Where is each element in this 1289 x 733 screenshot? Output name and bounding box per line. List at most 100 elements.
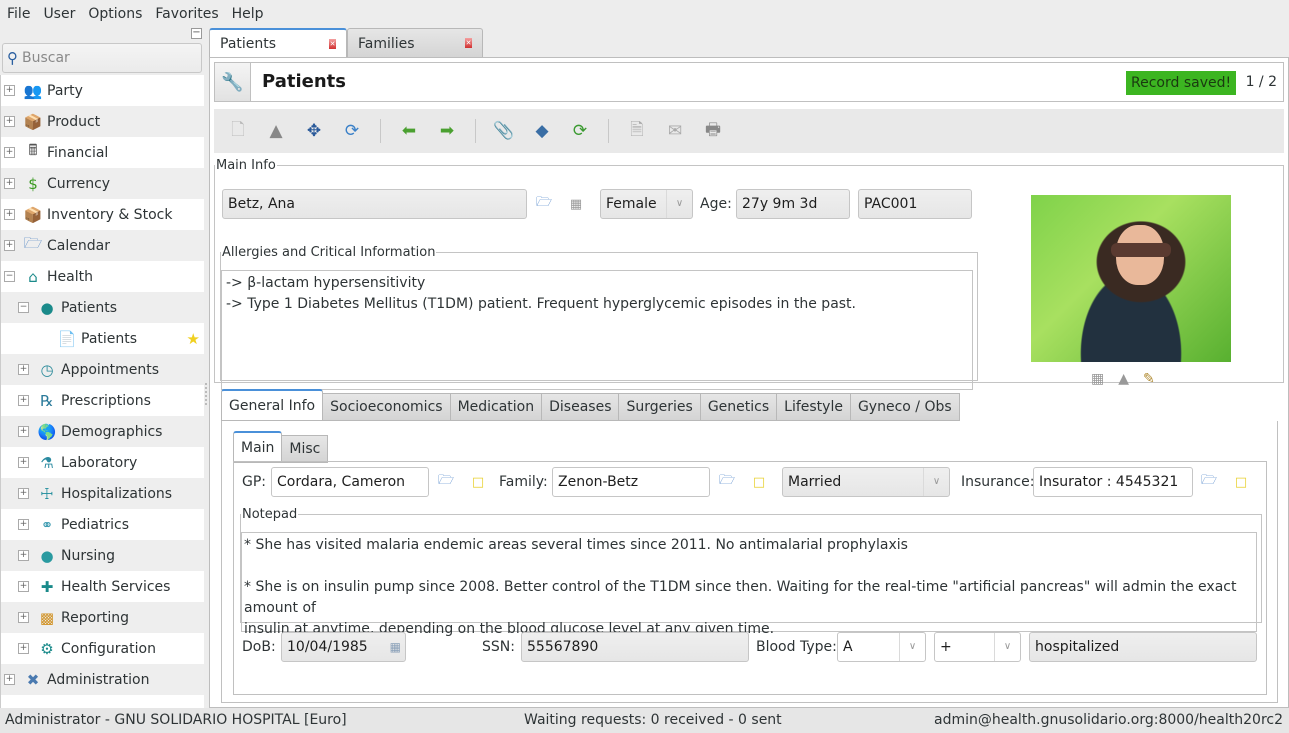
new-record-icon[interactable]: □ [1232,473,1250,491]
menu-favorites[interactable]: Favorites [155,6,218,22]
new-record-icon[interactable]: □ [750,473,768,491]
sidebar-item-calendar[interactable]: + 🗁 Calendar [1,230,204,261]
allergies-textarea[interactable]: -> β-lactam hypersensitivity -> Type 1 D… [221,270,973,390]
expand-icon[interactable]: + [18,519,29,530]
patient-id-field[interactable]: PAC001 [858,189,972,219]
rh-select[interactable]: + ∨ [934,632,1021,662]
search-input[interactable]: ⚲ Buscar [2,43,202,73]
blood-type-select[interactable]: A ∨ [837,632,926,662]
expand-icon[interactable]: + [4,209,15,220]
sidebar-item-pediatrics[interactable]: + ⚭ Pediatrics [1,509,204,540]
reload-icon[interactable]: ⟳ [338,117,366,145]
sidebar-item-demographics[interactable]: + 🌎 Demographics [1,416,204,447]
open-folder-icon[interactable]: 🗁 [437,473,455,491]
tab-general-info[interactable]: General Info [221,389,324,421]
tab-medication[interactable]: Medication [450,393,543,421]
expand-icon[interactable]: + [18,612,29,623]
menu-help[interactable]: Help [232,6,264,22]
sidebar-item-nursing[interactable]: + ● Nursing [1,540,204,571]
open-folder-icon[interactable]: 🗁 [535,195,553,213]
tab-families[interactable]: Families ✕ [347,28,483,58]
sidebar-item-patients[interactable]: 📄 Patients ★ [1,323,204,354]
patient-name-field[interactable]: Betz, Ana [222,189,527,219]
report-icon[interactable]: 🗎 [623,117,651,145]
expand-icon[interactable]: + [18,426,29,437]
print-icon[interactable]: 🖶 [699,117,727,145]
open-folder-icon[interactable]: 🗁 [718,473,736,491]
previous-icon[interactable]: ⬅ [395,117,423,145]
sidebar-item-health[interactable]: − ⌂ Health [1,261,204,292]
expand-icon[interactable]: + [4,178,15,189]
close-tab-icon[interactable]: ✕ [465,38,472,48]
save-icon[interactable]: ▲ [262,117,290,145]
collapse-icon[interactable]: − [4,271,15,282]
sidebar-item-party[interactable]: + 👥 Party [1,75,204,106]
expand-icon[interactable]: + [18,457,29,468]
menu-file[interactable]: File [7,6,30,22]
sidebar-item-financial[interactable]: + 🖩 Financial [1,137,204,168]
tab-misc[interactable]: Misc [282,435,329,463]
relate-icon[interactable]: ⟳ [566,117,594,145]
sidebar-item-currency[interactable]: + $ Currency [1,168,204,199]
attachment-icon[interactable]: 📎 [490,117,518,145]
expand-icon[interactable]: + [18,364,29,375]
family-field[interactable]: Zenon-Betz [552,467,710,497]
gender-select[interactable]: Female ∨ [600,189,693,219]
tab-surgeries[interactable]: Surgeries [619,393,701,421]
sidebar-item-product[interactable]: + 📦 Product [1,106,204,137]
pane-splitter-handle[interactable] [205,383,208,405]
email-icon[interactable]: ✉ [661,117,689,145]
menu-options[interactable]: Options [88,6,142,22]
menu-user[interactable]: User [43,6,75,22]
select-image-icon[interactable]: ▦ [1091,371,1104,387]
sidebar-item-configuration[interactable]: + ⚙ Configuration [1,633,204,664]
tab-main[interactable]: Main [233,431,283,463]
favorite-star-icon[interactable]: ★ [187,330,200,348]
new-record-icon[interactable]: □ [469,473,487,491]
next-icon[interactable]: ➡ [433,117,461,145]
sidebar-item-appointments[interactable]: + ◷ Appointments [1,354,204,385]
tab-socioeconomics[interactable]: Socioeconomics [323,393,451,421]
sidebar-item-prescriptions[interactable]: + ℞ Prescriptions [1,385,204,416]
action-icon[interactable]: ◆ [528,117,556,145]
switch-view-icon[interactable]: ✥ [300,117,328,145]
expand-icon[interactable]: + [18,643,29,654]
expand-icon[interactable]: + [4,116,15,127]
tab-patients[interactable]: Patients ✕ [209,28,347,58]
dob-field[interactable]: 10/04/1985 ▦ [281,632,406,662]
tab-gyneco-obs[interactable]: Gyneco / Obs [850,393,960,421]
search-record-icon[interactable]: ▦ [567,195,585,213]
marital-status-select[interactable]: Married ∨ [782,467,950,497]
gp-field[interactable]: Cordara, Cameron [271,467,429,497]
calendar-icon[interactable]: ▦ [390,633,401,661]
collapse-icon[interactable]: − [18,302,29,313]
sidebar-item-administration[interactable]: + ✖ Administration [1,664,204,695]
close-tab-icon[interactable]: ✕ [329,39,336,49]
sidebar-item-laboratory[interactable]: + ⚗ Laboratory [1,447,204,478]
notepad-textarea[interactable]: * She has visited malaria endemic areas … [241,532,1257,637]
expand-icon[interactable]: + [4,240,15,251]
form-actions-button[interactable]: 🔧 [215,63,251,101]
expand-icon[interactable]: + [18,550,29,561]
collapse-sidebar-button[interactable]: − [191,28,202,39]
expand-icon[interactable]: + [4,147,15,158]
tab-diseases[interactable]: Diseases [542,393,620,421]
clear-image-broom-icon[interactable]: ✎ [1143,371,1155,387]
open-folder-icon[interactable]: 🗁 [1200,473,1218,491]
sidebar-item-inventory-stock[interactable]: + 📦 Inventory & Stock [1,199,204,230]
expand-icon[interactable]: + [18,395,29,406]
expand-icon[interactable]: + [18,581,29,592]
sidebar-item-health-services[interactable]: + ✚ Health Services [1,571,204,602]
sidebar-item-patients[interactable]: − ● Patients [1,292,204,323]
save-image-icon[interactable]: ▲ [1118,371,1129,387]
expand-icon[interactable]: + [4,85,15,96]
expand-icon[interactable]: + [4,674,15,685]
insurance-field[interactable]: Insurator : 4545321 [1033,467,1193,497]
sidebar-item-hospitalizations[interactable]: + ☩ Hospitalizations [1,478,204,509]
expand-icon[interactable]: + [18,488,29,499]
ssn-field[interactable]: 55567890 [521,632,749,662]
tab-genetics[interactable]: Genetics [700,393,778,421]
new-record-icon[interactable]: 🗋 [224,117,252,145]
sidebar-item-reporting[interactable]: + ▩ Reporting [1,602,204,633]
tab-lifestyle[interactable]: Lifestyle [777,393,851,421]
